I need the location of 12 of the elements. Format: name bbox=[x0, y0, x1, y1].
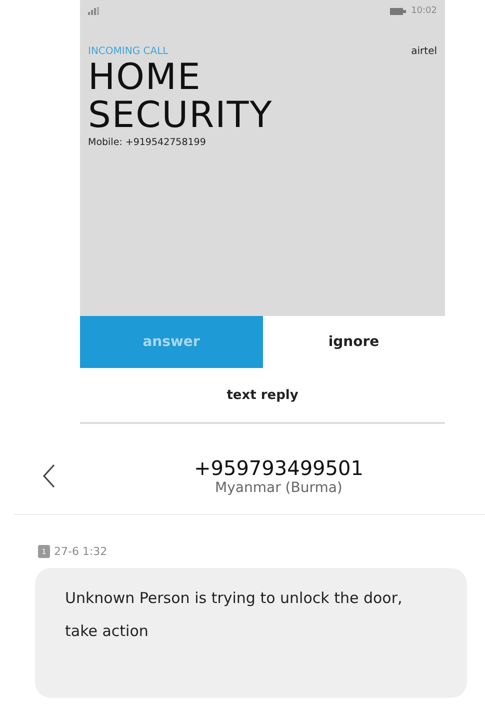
caller-number: Mobile: +919542758199 bbox=[88, 137, 207, 148]
contact-number: +959793499501 bbox=[194, 456, 364, 480]
battery-icon bbox=[390, 8, 406, 14]
carrier-name: airtel bbox=[411, 46, 437, 57]
contact-country: Myanmar (Burma) bbox=[215, 480, 342, 496]
message-bubble: Unknown Person is trying to unlock the door, take action bbox=[35, 568, 467, 698]
status-time: 10:02 bbox=[411, 6, 437, 16]
message-timestamp: 27-6 1:32 bbox=[54, 545, 108, 558]
signal-icon bbox=[88, 7, 100, 15]
caller-name: HOME SECURITY bbox=[88, 59, 274, 135]
incoming-call-label: INCOMING CALL bbox=[88, 46, 168, 57]
back-icon[interactable] bbox=[42, 464, 56, 488]
